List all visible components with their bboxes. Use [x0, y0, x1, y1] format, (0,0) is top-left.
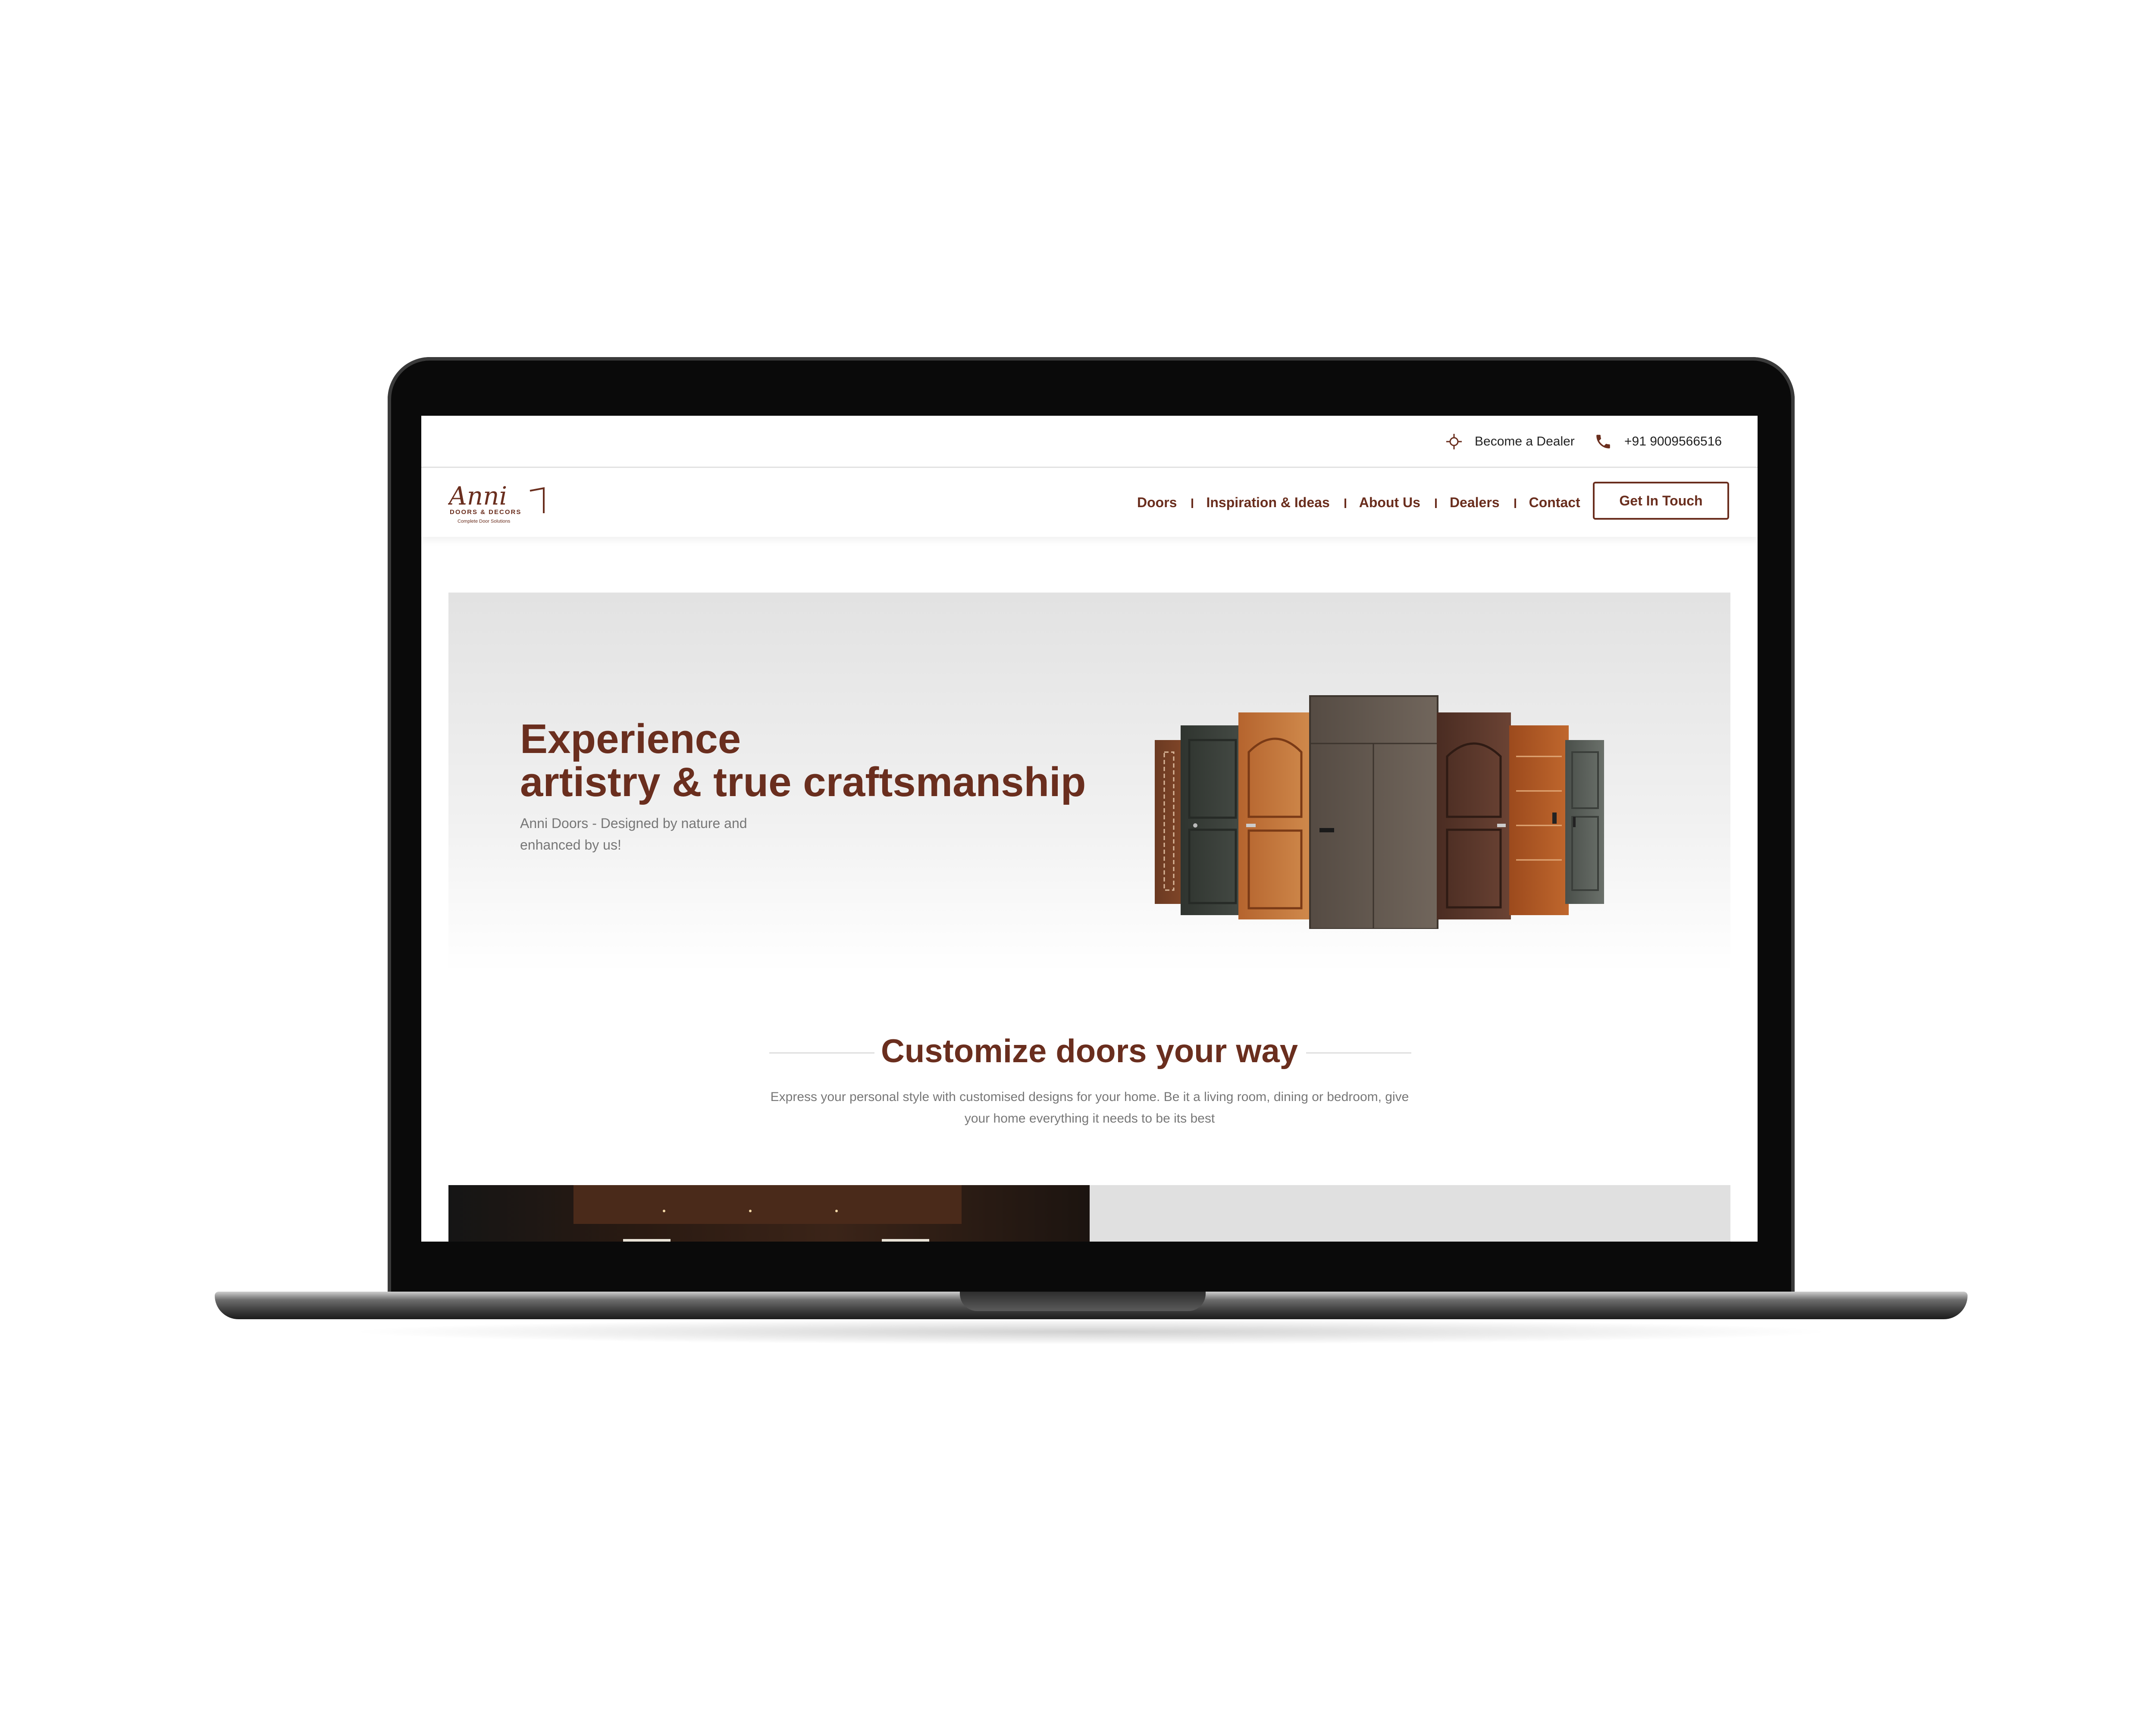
- door-teak: [1509, 725, 1569, 915]
- dealer-icon: [1446, 434, 1462, 449]
- door-oak: [1238, 712, 1312, 919]
- main-header: Anni DOORS & DECORS Complete Door Soluti…: [421, 468, 1758, 537]
- hero-subtitle-line-1: Anni Doors - Designed by nature and: [520, 816, 747, 831]
- get-in-touch-button[interactable]: Get In Touch: [1593, 482, 1729, 520]
- nav-inspiration-ideas[interactable]: Inspiration & Ideas: [1191, 495, 1344, 511]
- title-divider-right: [1306, 1052, 1411, 1054]
- phone-link[interactable]: +91 9009566516: [1594, 429, 1722, 455]
- brand-logo[interactable]: Anni DOORS & DECORS Complete Door Soluti…: [447, 481, 552, 526]
- nav-contact[interactable]: Contact: [1514, 495, 1595, 511]
- hero-title: Experience artistry & true craftsmanship: [520, 718, 1086, 804]
- browser-viewport: Become a Dealer +91 9009566516 Anni DOOR…: [421, 416, 1758, 1242]
- logo-wordmark: Anni: [448, 483, 507, 511]
- showcase-panel: [1090, 1185, 1730, 1242]
- room-showcase-image[interactable]: [448, 1185, 1090, 1242]
- phone-number: +91 9009566516: [1624, 434, 1722, 449]
- nav-about-us[interactable]: About Us: [1344, 495, 1435, 511]
- hero-title-line-1: Experience: [520, 716, 741, 762]
- door-brown-grey: [1309, 695, 1438, 929]
- become-dealer-label: Become a Dealer: [1475, 434, 1575, 449]
- hero-subtitle-line-2: enhanced by us!: [520, 837, 621, 853]
- customize-section-title: Customize doors your way: [881, 1033, 1298, 1070]
- door-dark-green: [1181, 725, 1244, 915]
- hero-title-line-2: artistry & true craftsmanship: [520, 759, 1086, 805]
- phone-icon: [1596, 435, 1610, 449]
- doors-collage-image: [1155, 695, 1604, 929]
- nav-dealers[interactable]: Dealers: [1435, 495, 1514, 511]
- customize-desc-line-1: Express your personal style with customi…: [770, 1090, 1409, 1104]
- customize-desc-line-2: your home everything it needs to be its …: [964, 1111, 1215, 1126]
- door-slate: [1565, 740, 1604, 904]
- hero-banner: Experience artistry & true craftsmanship…: [448, 593, 1730, 972]
- logo-tagline: DOORS & DECORS: [450, 508, 521, 516]
- hero-subtitle: Anni Doors - Designed by nature and enha…: [520, 812, 761, 856]
- utility-bar: Become a Dealer +91 9009566516: [421, 416, 1758, 468]
- door-walnut: [1437, 712, 1511, 919]
- customize-section-description: Express your personal style with customi…: [745, 1086, 1435, 1129]
- laptop-notch: [960, 1292, 1206, 1311]
- laptop-shadow: [345, 1319, 1837, 1345]
- logo-subtagline: Complete Door Solutions: [458, 519, 511, 524]
- nav-doors[interactable]: Doors: [1137, 495, 1191, 511]
- primary-nav: Doors Inspiration & Ideas About Us Deale…: [1137, 468, 1595, 537]
- become-dealer-link[interactable]: Become a Dealer: [1445, 429, 1575, 455]
